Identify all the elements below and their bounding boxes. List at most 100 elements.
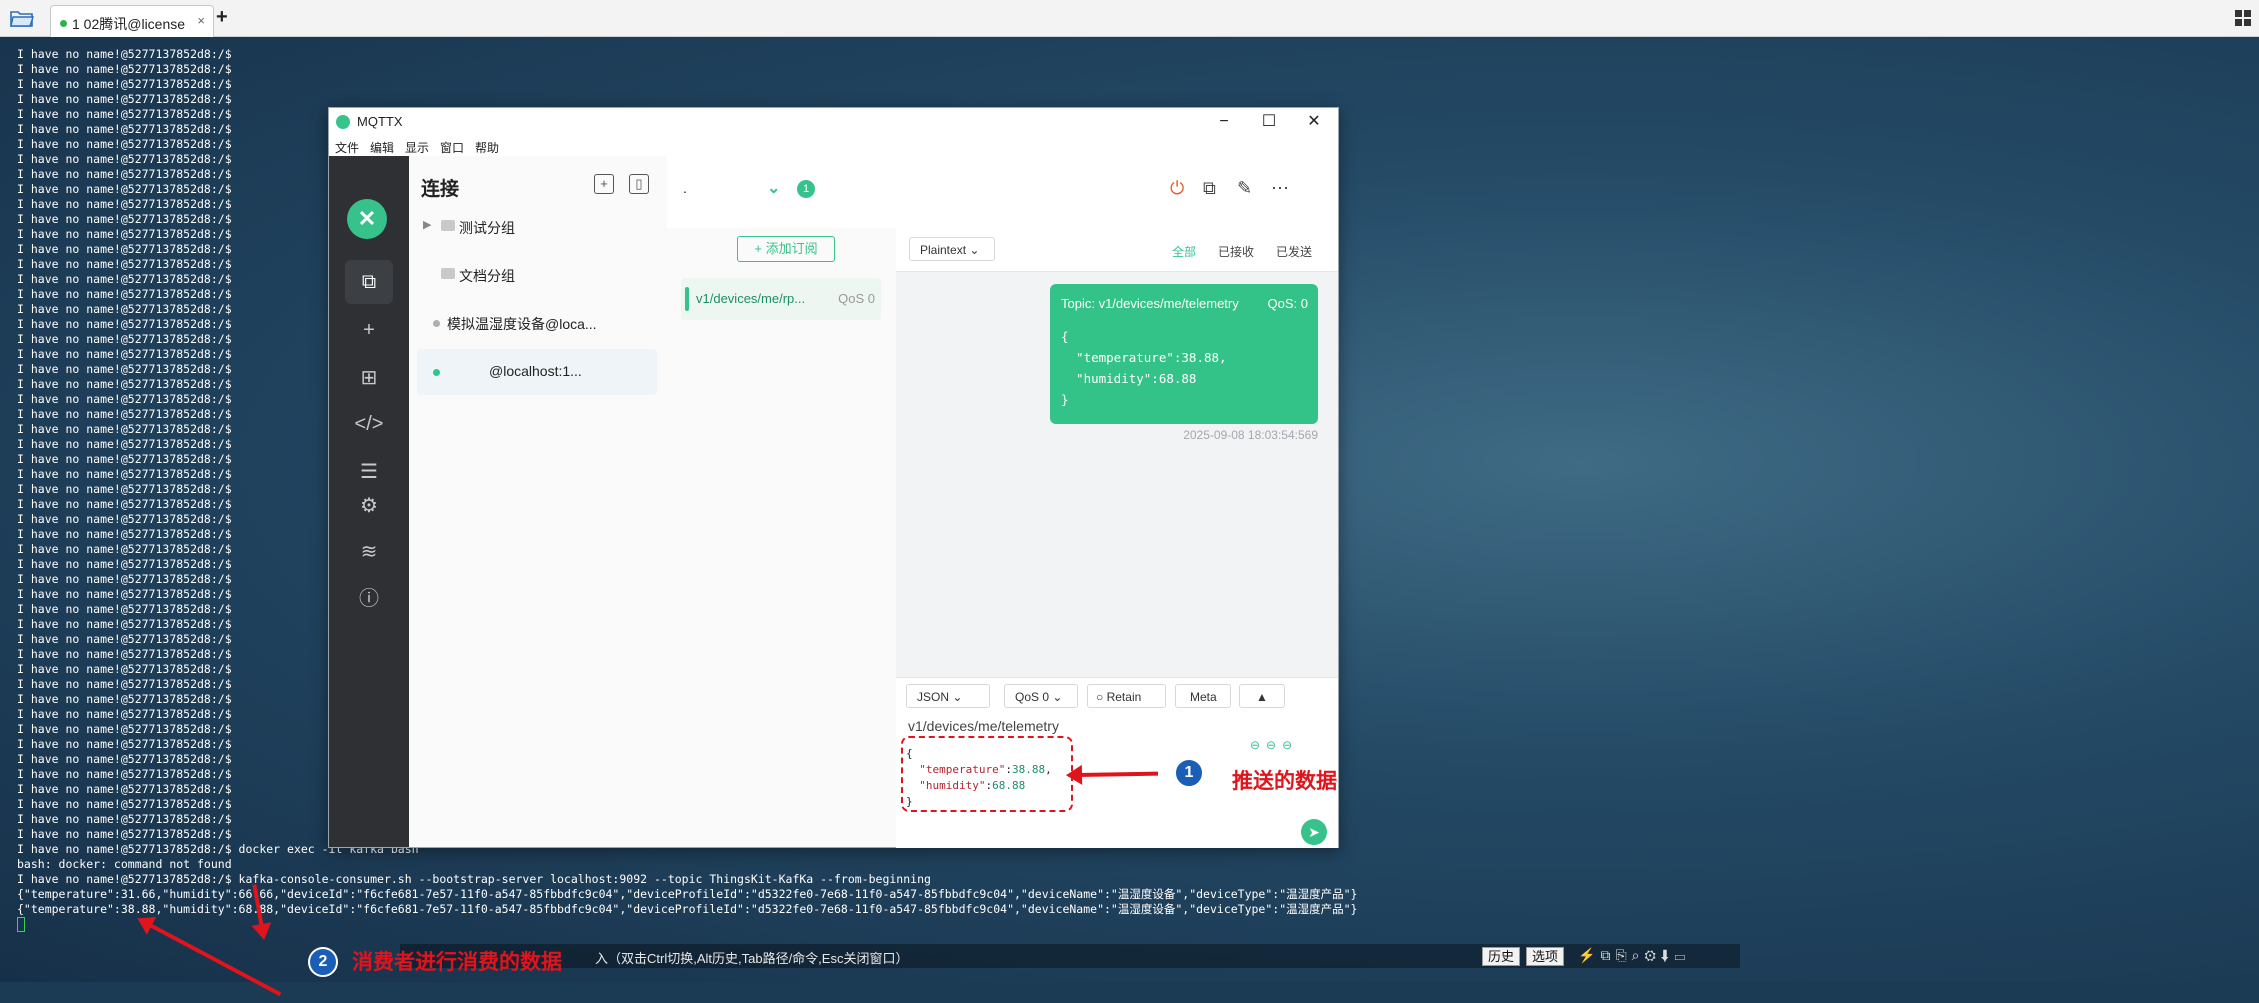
- connection-label: @localhost:1...: [489, 363, 582, 379]
- minimize-button[interactable]: −: [1209, 111, 1239, 133]
- annotation-number-2: 2: [308, 947, 338, 977]
- publish-topic-input[interactable]: v1/devices/me/telemetry: [908, 718, 1059, 734]
- menu-window[interactable]: 窗口: [440, 139, 464, 156]
- settings-gear-icon[interactable]: ⚙: [345, 484, 393, 528]
- new-tab-button[interactable]: +: [216, 6, 228, 29]
- sent-message-bubble[interactable]: Topic: v1/devices/me/telemetry QoS: 0 { …: [1050, 284, 1318, 424]
- payload-type-select[interactable]: JSON ⌄: [906, 684, 990, 708]
- chevron-right-icon: ▶: [423, 219, 432, 231]
- connection-item-active[interactable]: @localhost:1...: [417, 349, 657, 395]
- menu-bar: 文件 编辑 显示 窗口 帮助: [329, 136, 1338, 156]
- subscription-count-badge: 1: [797, 180, 815, 198]
- bolt-icon[interactable]: ⚡: [1578, 947, 1600, 963]
- paste-icon[interactable]: ⎘: [1615, 947, 1631, 963]
- meta-label: Meta: [1190, 690, 1217, 704]
- folder-icon: [441, 220, 455, 231]
- add-subscription-button[interactable]: + 添加订阅: [737, 236, 835, 262]
- tab-label: 1 02腾讯@license: [72, 16, 186, 32]
- maximize-button[interactable]: ☐: [1254, 111, 1284, 133]
- message-payload: { "temperature":38.88, "humidity":68.88 …: [1061, 329, 1227, 407]
- collapse-sidebar-icon[interactable]: ▯: [629, 174, 649, 194]
- connection-header: . ⌄ 1 ⏻ ⧉ ✎ ⋯: [667, 156, 1338, 229]
- send-icon[interactable]: ➤: [1301, 819, 1327, 845]
- window-icon[interactable]: ▭: [1675, 947, 1691, 963]
- new-group-icon[interactable]: +: [594, 174, 614, 194]
- edit-icon[interactable]: ✎: [1237, 178, 1252, 199]
- menu-edit[interactable]: 编辑: [370, 139, 394, 156]
- payload-type-value: JSON: [917, 690, 950, 704]
- connection-label: 模拟温湿度设备@loca...: [447, 316, 597, 332]
- qos-value: QoS 0: [1015, 690, 1050, 704]
- terminal-prompt-lines: I have no name!@5277137852d8:/$ I have n…: [17, 47, 232, 841]
- status-dot: [433, 320, 440, 327]
- message-topic: Topic: v1/devices/me/telemetry: [1061, 296, 1239, 311]
- format-select[interactable]: Plaintext ⌄: [909, 237, 995, 261]
- subscription-qos: QoS 0: [838, 291, 875, 306]
- more-icon[interactable]: ⋯: [1271, 178, 1289, 199]
- status-icons[interactable]: ⚡⧉⎘⌕⚙⬇▭: [1578, 947, 1690, 964]
- connection-item[interactable]: 模拟温湿度设备@loca...: [417, 300, 657, 346]
- menu-file[interactable]: 文件: [335, 139, 359, 156]
- menu-help[interactable]: 帮助: [475, 139, 499, 156]
- messages-toolbar: Plaintext ⌄ 全部 已接收 已发送: [896, 228, 1338, 272]
- window-title: MQTTX: [357, 114, 403, 129]
- group-docs[interactable]: 文档分组: [417, 252, 657, 298]
- subscriptions-panel: + 添加订阅 v1/devices/me/rp... QoS 0: [667, 228, 897, 847]
- chevron-double-down-icon[interactable]: ⌄: [767, 178, 780, 198]
- pushed-data-label: 推送的数据: [1232, 770, 1337, 793]
- connection-name: .: [683, 180, 687, 196]
- history-button[interactable]: 历史: [1482, 947, 1521, 966]
- meta-button[interactable]: Meta: [1175, 684, 1231, 708]
- mqttx-app-icon: [336, 115, 350, 129]
- collapse-up-button[interactable]: ▲: [1239, 684, 1285, 708]
- grid-view-icon[interactable]: [2235, 10, 2251, 26]
- group-label: 文档分组: [459, 268, 515, 284]
- terminal-status-bar: 入（双击Ctrl切换,Alt历史,Tab路径/命令,Esc关闭窗口） 历史 选项…: [400, 944, 1740, 968]
- download-icon[interactable]: ⬇: [1661, 947, 1675, 963]
- message-qos: QoS: 0: [1267, 296, 1308, 311]
- filter-received[interactable]: 已接收: [1218, 243, 1254, 260]
- close-button[interactable]: ✕: [1299, 111, 1329, 133]
- options-button[interactable]: 选项: [1526, 947, 1565, 966]
- messages-area: Plaintext ⌄ 全部 已接收 已发送 Topic: v1/devices…: [896, 228, 1338, 677]
- tab-close-icon[interactable]: ×: [197, 13, 205, 28]
- group-test[interactable]: ▶ 测试分组: [417, 204, 657, 250]
- folder-icon: [441, 268, 455, 279]
- filter-all[interactable]: 全部: [1172, 243, 1196, 260]
- status-dot: [433, 369, 440, 376]
- chat-icon[interactable]: ⧉: [1203, 178, 1216, 199]
- connections-nav-icon[interactable]: ⧉: [345, 260, 393, 304]
- topology-icon[interactable]: ⊞: [345, 356, 393, 400]
- feed-icon[interactable]: ≋: [345, 530, 393, 574]
- search-icon[interactable]: ⌕: [1632, 947, 1645, 963]
- terminal-cursor: [17, 917, 25, 932]
- power-icon[interactable]: ⏻: [1170, 178, 1184, 199]
- format-value: Plaintext: [920, 243, 967, 257]
- message-time: 2025-09-08 18:03:54:569: [1183, 428, 1318, 442]
- retain-toggle[interactable]: ○ Retain: [1087, 684, 1166, 708]
- gear-icon[interactable]: ⚙: [1644, 947, 1660, 963]
- pushed-data-highlight: [901, 736, 1073, 812]
- annotation-number-1: 1: [1174, 758, 1204, 788]
- folder-open-icon[interactable]: [10, 8, 34, 28]
- consumer-data-label: 消费者进行消费的数据: [352, 951, 562, 974]
- retain-label: Retain: [1106, 690, 1142, 704]
- subscription-color-bar: [685, 287, 689, 311]
- mqttx-window: MQTTX − ☐ ✕ 文件 编辑 显示 窗口 帮助 ✕ ⧉ + ⊞ </> ☰…: [328, 107, 1339, 848]
- menu-view[interactable]: 显示: [405, 139, 429, 156]
- about-info-icon[interactable]: ⓘ: [345, 577, 393, 621]
- subscription-item[interactable]: v1/devices/me/rp... QoS 0: [681, 278, 881, 320]
- qos-select[interactable]: QoS 0 ⌄: [1004, 684, 1078, 708]
- terminal-output: I have no name!@5277137852d8:/$ docker e…: [17, 842, 1358, 916]
- mqttx-titlebar: MQTTX − ☐ ✕: [329, 108, 1338, 136]
- new-connection-icon[interactable]: +: [345, 308, 393, 352]
- filter-sent[interactable]: 已发送: [1276, 243, 1312, 260]
- terminal-tab-bar: 1 02腾讯@license × +: [0, 0, 2259, 37]
- copy-icon[interactable]: ⧉: [1600, 947, 1615, 963]
- nav-sidebar: ✕ ⧉ + ⊞ </> ☰ ⚙ ≋ ⓘ: [329, 156, 409, 847]
- connections-panel: 连接 + ▯ ▶ 测试分组 文档分组 模拟温湿度设备@loca... @loca…: [409, 156, 668, 847]
- connections-heading: 连接: [421, 179, 460, 200]
- subscription-topic: v1/devices/me/rp...: [696, 291, 806, 306]
- script-code-icon[interactable]: </>: [345, 402, 393, 446]
- terminal-tab[interactable]: 1 02腾讯@license ×: [50, 5, 214, 37]
